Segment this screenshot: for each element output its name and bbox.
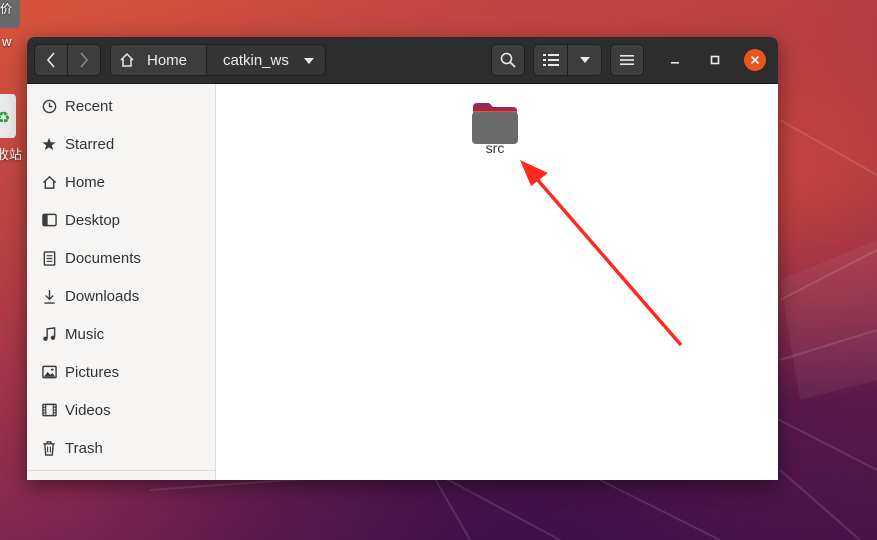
desktop-label-trash: 收站	[0, 147, 23, 162]
sidebar-item-label: Recent	[65, 97, 113, 115]
maximize-icon	[710, 55, 720, 65]
sidebar-item-music[interactable]: Music	[27, 315, 215, 353]
sidebar-item-downloads[interactable]: Downloads	[27, 277, 215, 315]
sidebar-item-desktop[interactable]: Desktop	[27, 201, 215, 239]
sidebar-item-label: Trash	[65, 439, 103, 457]
back-button[interactable]	[34, 44, 68, 76]
trash-icon	[40, 440, 58, 456]
sidebar-item-label: Home	[65, 173, 106, 191]
menu-button[interactable]	[610, 44, 644, 76]
sidebar-item-documents[interactable]: Documents	[27, 239, 215, 277]
hamburger-menu-icon	[620, 55, 634, 65]
forward-button[interactable]	[67, 44, 101, 76]
file-view[interactable]: src	[216, 84, 778, 480]
home-icon	[120, 52, 134, 67]
sidebar-item-pictures[interactable]: Pictures	[27, 353, 215, 391]
view-options-button[interactable]	[567, 44, 602, 76]
maximize-button[interactable]	[706, 51, 724, 69]
breadcrumb-label: catkin_ws	[223, 51, 289, 69]
sidebar-item-home[interactable]: Home	[27, 163, 215, 201]
search-button[interactable]	[491, 44, 525, 76]
dropdown-arrow-icon	[579, 57, 590, 63]
picture-icon	[40, 365, 58, 379]
sidebar-item-label: Downloads	[65, 287, 140, 305]
sidebar-item-videos[interactable]: Videos	[27, 391, 215, 429]
sidebar-item-label: Music	[65, 325, 105, 343]
document-icon	[40, 250, 58, 266]
clock-icon	[40, 99, 58, 114]
sidebar-item-trash[interactable]: Trash	[27, 429, 215, 467]
sidebar-item-label: Starred	[65, 135, 115, 153]
chevron-left-icon	[46, 52, 55, 68]
sidebar-item-label: Documents	[65, 249, 141, 267]
sidebar-item-starred[interactable]: Starred	[27, 125, 215, 163]
download-icon	[40, 289, 58, 304]
music-icon	[40, 326, 58, 342]
star-icon	[40, 137, 58, 151]
list-view-button[interactable]	[533, 44, 568, 76]
minimize-button[interactable]	[666, 51, 684, 69]
breadcrumb-label: Home	[147, 51, 188, 69]
home-icon	[40, 175, 58, 190]
sidebar-item-label: Videos	[65, 401, 111, 419]
minimize-icon	[671, 62, 679, 64]
sidebar-item-label: Desktop	[65, 211, 121, 229]
sidebar-item-recent[interactable]: Recent	[27, 87, 215, 125]
list-view-icon	[542, 54, 559, 66]
search-icon	[500, 52, 516, 68]
sidebar-divider	[27, 470, 215, 471]
file-manager-window: Home catkin_ws Recent Starred Home Deskt…	[27, 37, 778, 480]
video-icon	[40, 403, 58, 417]
close-icon	[750, 55, 760, 65]
dropdown-arrow-icon	[304, 58, 314, 64]
breadcrumb-home[interactable]: Home	[110, 44, 207, 76]
close-button[interactable]	[744, 49, 766, 71]
sidebar: Recent Starred Home Desktop Documents Do…	[27, 84, 216, 480]
desktop-trash-icon[interactable]: ♻	[0, 94, 16, 138]
desktop-label-top: w	[2, 34, 12, 49]
desktop-icon	[40, 213, 58, 227]
recycle-icon: ♻	[0, 110, 11, 127]
chevron-right-icon	[80, 52, 89, 68]
file-label[interactable]: src	[456, 140, 534, 156]
breadcrumb-current[interactable]: catkin_ws	[206, 44, 326, 76]
desktop-label-top-glyph: 价	[0, 2, 13, 16]
header-bar: Home catkin_ws	[27, 37, 778, 84]
sidebar-item-label: Pictures	[65, 363, 120, 381]
